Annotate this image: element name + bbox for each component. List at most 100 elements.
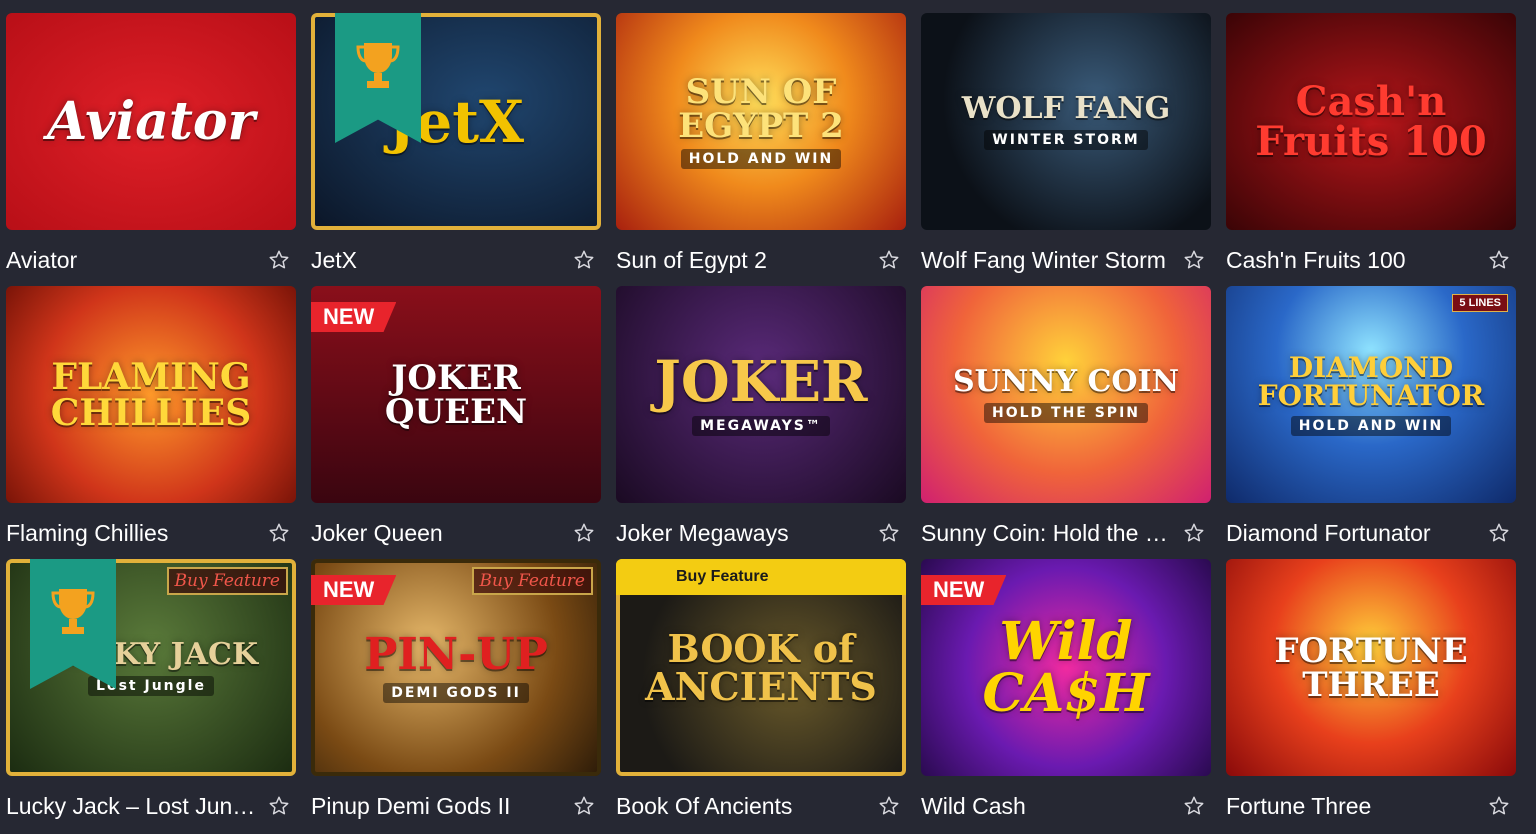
star-outline-icon[interactable] bbox=[1181, 247, 1207, 273]
game-meta: Diamond Fortunator bbox=[1226, 503, 1516, 561]
game-meta: Book Of Ancients bbox=[616, 776, 906, 834]
game-art-title: SUNNY COIN bbox=[953, 363, 1179, 399]
buy-feature-label: Buy Feature bbox=[166, 567, 288, 595]
new-badge: NEW bbox=[311, 575, 397, 605]
game-title[interactable]: Sun of Egypt 2 bbox=[616, 247, 767, 274]
game-card[interactable]: SUNNY COIN HOLD THE SPIN Sunny Coin: Hold … bbox=[921, 286, 1211, 559]
game-thumbnail[interactable]: JOKER QUEEN NEW bbox=[311, 286, 601, 503]
game-art: Cash'n Fruits 100 bbox=[1226, 13, 1516, 230]
game-art-subtitle: HOLD AND WIN bbox=[680, 148, 842, 169]
star-outline-icon[interactable] bbox=[876, 793, 902, 819]
game-art-subtitle: HOLD AND WIN bbox=[1290, 415, 1452, 436]
game-meta: Aviator bbox=[6, 230, 296, 288]
game-art-subtitle: HOLD THE SPIN bbox=[983, 402, 1148, 423]
star-outline-icon[interactable] bbox=[266, 247, 292, 273]
game-title[interactable]: Diamond Fortunator bbox=[1226, 520, 1431, 547]
star-outline-icon[interactable] bbox=[876, 247, 902, 273]
game-thumbnail[interactable]: Buy Feature BOOK of ANCIENTS bbox=[616, 559, 906, 776]
game-card[interactable]: FLAMING CHILLIES Flaming Chillies bbox=[6, 286, 296, 559]
game-art-title: BOOK of ANCIENTS bbox=[645, 625, 877, 709]
game-card[interactable]: Buy Feature BOOK of ANCIENTS Book Of Ancie… bbox=[616, 559, 906, 832]
game-title[interactable]: Book Of Ancients bbox=[616, 793, 792, 820]
game-thumbnail[interactable]: 5 LINES DIAMOND FORTUNATOR HOLD AND WIN bbox=[1226, 286, 1516, 503]
game-art-title: PIN-UP bbox=[364, 628, 548, 680]
game-card[interactable]: 5 LINES DIAMOND FORTUNATOR HOLD AND WIN Dia… bbox=[1226, 286, 1516, 559]
game-thumbnail[interactable]: Aviator bbox=[6, 13, 296, 230]
star-outline-icon[interactable] bbox=[1486, 793, 1512, 819]
game-card[interactable]: FORTUNE THREE Fortune Three bbox=[1226, 559, 1516, 832]
game-art: FLAMING CHILLIES bbox=[6, 286, 296, 503]
game-art-title: JOKER QUEEN bbox=[384, 357, 528, 432]
game-art: SUN OF EGYPT 2 HOLD AND WIN bbox=[616, 13, 906, 230]
game-meta: Joker Queen bbox=[311, 503, 601, 561]
game-title[interactable]: Aviator bbox=[6, 247, 77, 274]
game-title[interactable]: Flaming Chillies bbox=[6, 520, 168, 547]
game-title[interactable]: Wild Cash bbox=[921, 793, 1026, 820]
game-title[interactable]: Fortune Three bbox=[1226, 793, 1371, 820]
game-art-subtitle: MEGAWAYS™ bbox=[692, 415, 830, 436]
game-thumbnail[interactable]: SUNNY COIN HOLD THE SPIN bbox=[921, 286, 1211, 503]
buy-feature-label: Buy Feature bbox=[616, 559, 906, 595]
game-grid: Aviator Aviator JetX JetX SUN OF EGYPT 2 HOLD… bbox=[6, 13, 1530, 832]
star-outline-icon[interactable] bbox=[571, 247, 597, 273]
game-card[interactable]: Cash'n Fruits 100 Cash'n Fruits 100 bbox=[1226, 13, 1516, 286]
game-art-title: FLAMING CHILLIES bbox=[50, 355, 252, 434]
game-art: JOKER MEGAWAYS™ bbox=[616, 286, 906, 503]
star-outline-icon[interactable] bbox=[1486, 247, 1512, 273]
game-art: SUNNY COIN HOLD THE SPIN bbox=[921, 286, 1211, 503]
game-card[interactable]: Buy Feature PIN-UP DEMI GODS II NEW Pinup De… bbox=[311, 559, 601, 832]
game-art: FORTUNE THREE bbox=[1226, 559, 1516, 776]
game-card[interactable]: JetX JetX bbox=[311, 13, 601, 286]
game-meta: Flaming Chillies bbox=[6, 503, 296, 561]
game-title[interactable]: Sunny Coin: Hold the Spin bbox=[921, 520, 1173, 547]
game-title[interactable]: Lucky Jack – Lost Jungle bbox=[6, 793, 258, 820]
game-title[interactable]: Pinup Demi Gods II bbox=[311, 793, 510, 820]
game-thumbnail[interactable]: Wild CA$H NEW bbox=[921, 559, 1211, 776]
game-card[interactable]: WOLF FANG WINTER STORM Wolf Fang Winter St… bbox=[921, 13, 1211, 286]
game-title[interactable]: JetX bbox=[311, 247, 357, 274]
game-art-title: Cash'n Fruits 100 bbox=[1255, 77, 1487, 165]
game-art-subtitle: WINTER STORM bbox=[984, 129, 1148, 150]
game-meta: Pinup Demi Gods II bbox=[311, 776, 601, 834]
game-thumbnail[interactable]: JOKER MEGAWAYS™ bbox=[616, 286, 906, 503]
game-title[interactable]: Joker Queen bbox=[311, 520, 443, 547]
game-art-title: JOKER bbox=[654, 348, 868, 415]
star-outline-icon[interactable] bbox=[1181, 793, 1207, 819]
star-outline-icon[interactable] bbox=[1181, 520, 1207, 546]
game-title[interactable]: Joker Megaways bbox=[616, 520, 789, 547]
game-thumbnail[interactable]: WOLF FANG WINTER STORM bbox=[921, 13, 1211, 230]
game-card[interactable]: Aviator Aviator bbox=[6, 13, 296, 286]
star-outline-icon[interactable] bbox=[1486, 520, 1512, 546]
game-thumbnail[interactable]: JetX bbox=[311, 13, 601, 230]
game-card[interactable]: Wild CA$H NEW Wild Cash bbox=[921, 559, 1211, 832]
game-thumbnail[interactable]: Cash'n Fruits 100 bbox=[1226, 13, 1516, 230]
buy-feature-label: Buy Feature bbox=[471, 567, 593, 595]
game-title[interactable]: Wolf Fang Winter Storm bbox=[921, 247, 1166, 274]
game-card[interactable]: Buy Feature LUCKY JACK Lost Jungle Lucky Ja… bbox=[6, 559, 296, 832]
lines-label: 5 LINES bbox=[1452, 294, 1508, 312]
star-outline-icon[interactable] bbox=[571, 520, 597, 546]
star-outline-icon[interactable] bbox=[876, 520, 902, 546]
game-thumbnail[interactable]: FLAMING CHILLIES bbox=[6, 286, 296, 503]
game-art: DIAMOND FORTUNATOR HOLD AND WIN bbox=[1226, 286, 1516, 503]
game-art-title: WOLF FANG bbox=[961, 90, 1171, 126]
game-meta: Joker Megaways bbox=[616, 503, 906, 561]
game-card[interactable]: SUN OF EGYPT 2 HOLD AND WIN Sun of Egypt 2 bbox=[616, 13, 906, 286]
game-art-subtitle: DEMI GODS II bbox=[383, 682, 529, 703]
game-thumbnail[interactable]: Buy Feature PIN-UP DEMI GODS II NEW bbox=[311, 559, 601, 776]
game-meta: Wolf Fang Winter Storm bbox=[921, 230, 1211, 288]
star-outline-icon[interactable] bbox=[571, 793, 597, 819]
game-meta: JetX bbox=[311, 230, 601, 288]
game-art-title: SUN OF EGYPT 2 bbox=[678, 71, 844, 146]
game-thumbnail[interactable]: Buy Feature LUCKY JACK Lost Jungle bbox=[6, 559, 296, 776]
game-thumbnail[interactable]: FORTUNE THREE bbox=[1226, 559, 1516, 776]
game-thumbnail[interactable]: SUN OF EGYPT 2 HOLD AND WIN bbox=[616, 13, 906, 230]
game-card[interactable]: JOKER MEGAWAYS™ Joker Megaways bbox=[616, 286, 906, 559]
game-card[interactable]: JOKER QUEEN NEW Joker Queen bbox=[311, 286, 601, 559]
game-title[interactable]: Cash'n Fruits 100 bbox=[1226, 247, 1406, 274]
star-outline-icon[interactable] bbox=[266, 793, 292, 819]
game-art: Aviator bbox=[6, 13, 296, 230]
game-art-title: DIAMOND FORTUNATOR bbox=[1257, 350, 1485, 412]
star-outline-icon[interactable] bbox=[266, 520, 292, 546]
game-art-title: FORTUNE THREE bbox=[1274, 630, 1468, 705]
